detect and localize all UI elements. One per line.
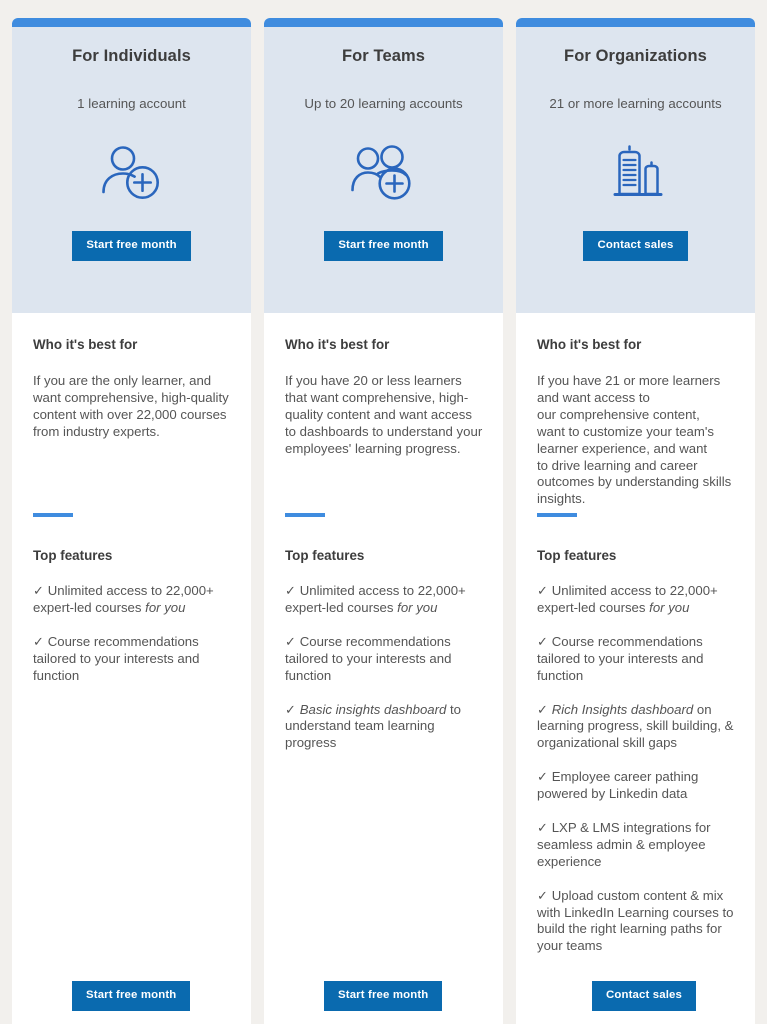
who-its-best-for-heading: Who it's best for bbox=[33, 337, 138, 352]
feature-list: ✓ Unlimited access to 22,000+ expert-led… bbox=[285, 583, 487, 752]
divider-slot bbox=[285, 513, 325, 517]
divider-slot bbox=[33, 513, 73, 517]
top-features-section: Top features ✓ Unlimited access to 22,00… bbox=[537, 548, 739, 955]
buildings-icon bbox=[607, 139, 665, 207]
who-its-best-for-text: If you have 21 or more learners and want … bbox=[537, 373, 732, 507]
check-icon: ✓ bbox=[285, 701, 300, 717]
card-header: For Organizations 21 or more learning ac… bbox=[516, 27, 755, 313]
feature-item: ✓ Basic insights dashboard to understand… bbox=[285, 701, 462, 751]
feature-item: ✓ Unlimited access to 22,000+ expert-led… bbox=[33, 583, 214, 615]
who-its-best-for-heading: Who it's best for bbox=[537, 337, 642, 352]
card-accent-bar bbox=[12, 18, 251, 27]
person-plus-icon bbox=[101, 139, 163, 207]
check-icon: ✓ bbox=[537, 887, 552, 903]
check-icon: ✓ bbox=[537, 583, 552, 599]
who-its-best-for-text: If you are the only learner, and want co… bbox=[33, 373, 229, 439]
card-header: For Teams Up to 20 learning accounts Sta… bbox=[264, 27, 503, 313]
card-body: Who it's best for If you have 21 or more… bbox=[516, 313, 755, 1024]
card-subtitle: 21 or more learning accounts bbox=[549, 95, 722, 111]
feature-item: ✓ LXP & LMS integrations for seamless ad… bbox=[537, 819, 711, 869]
top-features-heading: Top features bbox=[285, 548, 365, 563]
card-title: For Organizations bbox=[564, 47, 707, 65]
top-features-section: Top features ✓ Unlimited access to 22,00… bbox=[33, 548, 235, 685]
card-accent-bar bbox=[516, 18, 755, 27]
feature-item: ✓ Course recommendations tailored to you… bbox=[33, 633, 200, 683]
check-icon: ✓ bbox=[285, 633, 300, 649]
pricing-card-for-organizations: For Organizations 21 or more learning ac… bbox=[516, 18, 755, 1024]
feature-item: ✓ Unlimited access to 22,000+ expert-led… bbox=[537, 583, 718, 615]
card-title: For Individuals bbox=[72, 47, 191, 65]
divider-slot bbox=[537, 513, 577, 517]
top-features-heading: Top features bbox=[33, 548, 113, 563]
check-icon: ✓ bbox=[537, 769, 552, 785]
start-free-month-button-top[interactable]: Start free month bbox=[72, 231, 191, 262]
top-features-section: Top features ✓ Unlimited access to 22,00… bbox=[285, 548, 487, 752]
pricing-cards-container: For Individuals 1 learning account Start… bbox=[0, 0, 767, 1024]
card-body: Who it's best for If you are the only le… bbox=[12, 313, 251, 1024]
check-icon: ✓ bbox=[33, 633, 48, 649]
people-plus-icon bbox=[350, 139, 417, 207]
who-its-best-for-heading: Who it's best for bbox=[285, 337, 390, 352]
feature-list: ✓ Unlimited access to 22,000+ expert-led… bbox=[537, 583, 739, 955]
card-subtitle: 1 learning account bbox=[77, 95, 186, 111]
pricing-card-for-individuals: For Individuals 1 learning account Start… bbox=[12, 18, 251, 1024]
card-accent-bar bbox=[264, 18, 503, 27]
start-free-month-button-bottom[interactable]: Start free month bbox=[324, 980, 443, 1011]
card-title: For Teams bbox=[341, 47, 426, 65]
feature-item: ✓ Employee career pathing powered by Lin… bbox=[537, 769, 699, 802]
card-subtitle: Up to 20 learning accounts bbox=[304, 95, 463, 111]
who-its-best-for-text: If you have 20 or less learners that wan… bbox=[285, 373, 483, 456]
feature-item: ✓ Upload custom content & mix with Linke… bbox=[537, 887, 734, 954]
feature-item: ✓ Course recommendations tailored to you… bbox=[285, 633, 452, 683]
start-free-month-button-bottom[interactable]: Start free month bbox=[72, 980, 191, 1011]
blue-divider bbox=[285, 513, 325, 517]
top-features-heading: Top features bbox=[537, 548, 617, 563]
check-icon: ✓ bbox=[285, 583, 300, 599]
check-icon: ✓ bbox=[537, 633, 552, 649]
start-free-month-button-top[interactable]: Start free month bbox=[324, 231, 443, 262]
feature-list: ✓ Unlimited access to 22,000+ expert-led… bbox=[33, 583, 235, 684]
pricing-card-for-teams: For Teams Up to 20 learning accounts Sta… bbox=[264, 18, 503, 1024]
feature-item: ✓ Rich Insights dashboard on learning pr… bbox=[537, 701, 734, 751]
feature-item: ✓ Unlimited access to 22,000+ expert-led… bbox=[285, 583, 466, 615]
blue-divider bbox=[33, 513, 73, 517]
check-icon: ✓ bbox=[537, 819, 552, 835]
contact-sales-button-bottom[interactable]: Contact sales bbox=[592, 980, 697, 1011]
contact-sales-button-top[interactable]: Contact sales bbox=[583, 231, 688, 262]
card-header: For Individuals 1 learning account Start… bbox=[12, 27, 251, 313]
blue-divider bbox=[537, 513, 577, 517]
check-icon: ✓ bbox=[33, 583, 48, 599]
check-icon: ✓ bbox=[537, 701, 552, 717]
feature-item: ✓ Course recommendations tailored to you… bbox=[537, 633, 704, 683]
card-body: Who it's best for If you have 20 or less… bbox=[264, 313, 503, 1024]
